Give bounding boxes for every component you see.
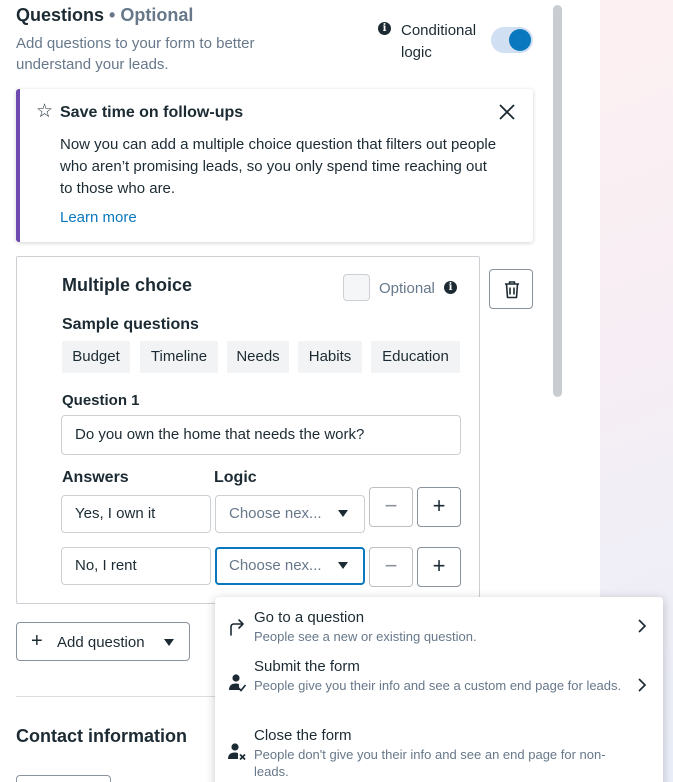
logic-label: Logic — [214, 469, 257, 486]
question-input[interactable]: Do you own the home that needs the work? — [61, 415, 461, 455]
banner-title: Save time on follow-ups — [60, 104, 244, 121]
contact-field-button[interactable] — [16, 775, 111, 782]
optional-checkbox[interactable] — [343, 274, 370, 301]
conditional-logic-label: Conditional logic — [401, 22, 477, 61]
sample-chip-budget[interactable]: Budget — [62, 341, 130, 373]
answer-input[interactable]: Yes, I own it — [61, 495, 211, 533]
menu-item-close-form[interactable]: Close the form People don't give you the… — [215, 723, 663, 782]
add-answer-button[interactable]: + — [417, 547, 461, 587]
menu-item-description: People see a new or existing question. — [254, 629, 477, 644]
optional-label: Optional — [379, 280, 435, 297]
remove-answer-button[interactable]: − — [369, 547, 413, 587]
caret-down-icon — [338, 510, 348, 517]
logic-dropdown-menu: Go to a question People see a new or exi… — [215, 597, 663, 782]
menu-item-title: Submit the form — [254, 658, 360, 675]
sample-chip-timeline[interactable]: Timeline — [140, 341, 218, 373]
sample-chip-needs[interactable]: Needs — [227, 341, 289, 373]
sample-chip-education[interactable]: Education — [371, 341, 460, 373]
question-type-title: Multiple choice — [62, 275, 193, 295]
person-check-icon — [229, 674, 247, 692]
person-x-icon — [228, 743, 246, 761]
redirect-arrow-icon — [230, 619, 244, 636]
logic-select-placeholder: Choose nex... — [229, 505, 322, 522]
divider — [16, 696, 216, 697]
section-title-text: Questions — [16, 5, 105, 25]
conditional-logic-toggle[interactable] — [491, 27, 533, 53]
info-icon[interactable]: i — [378, 22, 391, 35]
star-icon: ☆ — [36, 101, 54, 122]
add-question-button[interactable]: + Add question — [16, 622, 190, 661]
answer-input[interactable]: No, I rent — [61, 547, 211, 585]
section-title: Questions • Optional — [16, 5, 193, 26]
tip-banner: ☆ Save time on follow-ups Now you can ad… — [16, 89, 533, 242]
menu-item-submit-form[interactable]: Submit the form People give you their in… — [215, 651, 663, 717]
question-label: Question 1 — [62, 392, 140, 409]
answers-label: Answers — [62, 469, 129, 486]
logic-select[interactable]: Choose nex... — [215, 495, 365, 533]
logic-select[interactable]: Choose nex... — [215, 547, 365, 585]
sample-questions-label: Sample questions — [62, 316, 199, 333]
menu-item-title: Go to a question — [254, 609, 365, 626]
close-icon[interactable] — [496, 101, 518, 123]
remove-answer-button[interactable]: − — [369, 487, 413, 527]
section-optional-suffix: • Optional — [109, 5, 194, 25]
section-subtitle: Add questions to your form to better und… — [16, 35, 255, 73]
add-question-label: Add question — [57, 634, 145, 651]
caret-down-icon — [164, 639, 174, 646]
chevron-right-icon — [638, 678, 647, 692]
trash-icon — [505, 281, 519, 299]
menu-item-description: People don't give you their info and see… — [254, 747, 606, 779]
scrollbar[interactable] — [553, 5, 562, 397]
sample-chip-habits[interactable]: Habits — [298, 341, 362, 373]
add-answer-button[interactable]: + — [417, 487, 461, 527]
caret-down-icon — [338, 562, 348, 569]
delete-question-button[interactable] — [489, 269, 533, 309]
menu-item-title: Close the form — [254, 727, 352, 744]
toggle-knob — [509, 29, 531, 51]
banner-text: Now you can add a multiple choice questi… — [60, 136, 497, 197]
chevron-right-icon — [638, 619, 647, 633]
learn-more-link[interactable]: Learn more — [60, 209, 137, 226]
plus-icon: + — [31, 630, 43, 652]
contact-information-title: Contact information — [16, 726, 187, 746]
menu-item-description: People give you their info and see a cus… — [254, 678, 622, 693]
menu-item-go-to-question[interactable]: Go to a question People see a new or exi… — [215, 597, 663, 647]
info-icon[interactable]: i — [444, 281, 457, 294]
logic-select-placeholder: Choose nex... — [229, 557, 322, 574]
